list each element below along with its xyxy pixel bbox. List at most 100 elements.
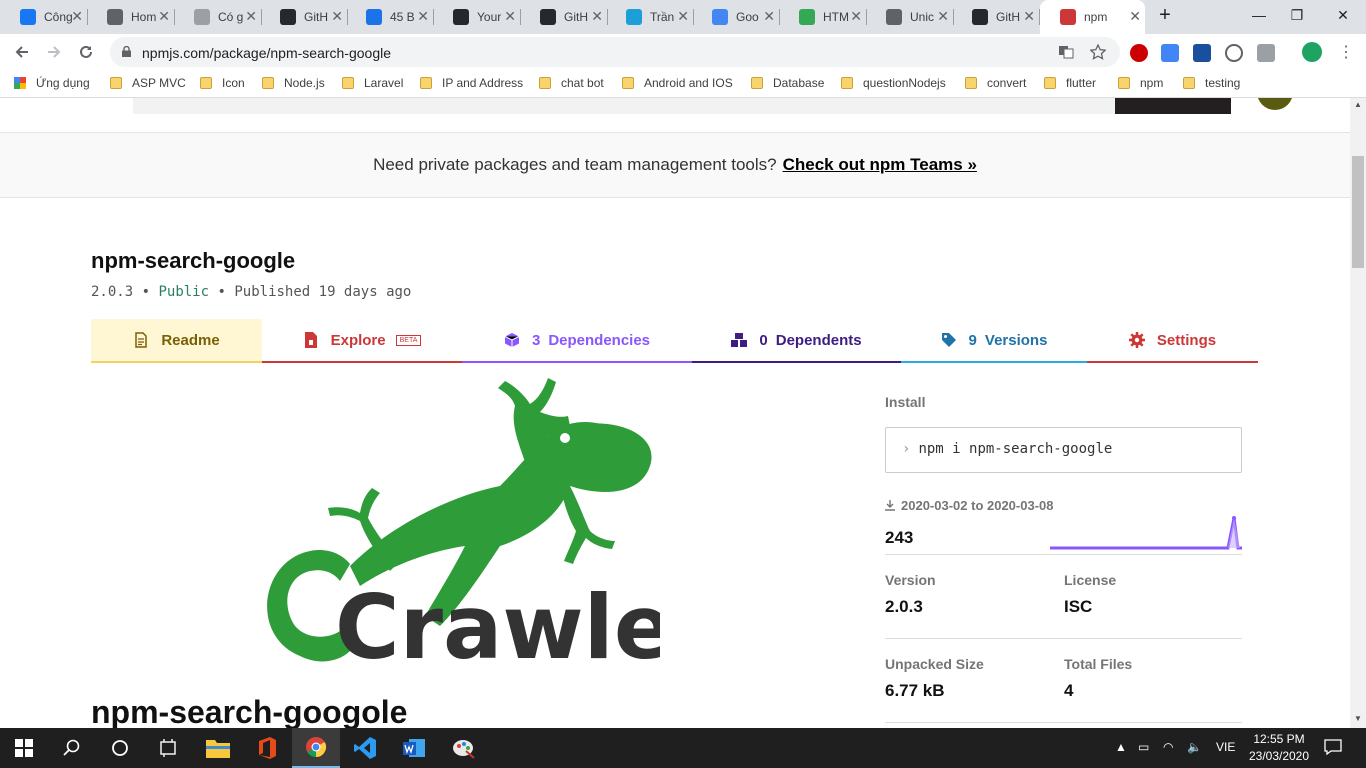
tab-close-icon[interactable]: ✕ <box>677 8 689 25</box>
bookmark-folder[interactable]: Laravel <box>342 76 403 92</box>
file-explorer-button[interactable] <box>194 728 242 768</box>
file-icon <box>304 332 317 348</box>
tab-dependencies[interactable]: 3 Dependencies <box>462 319 692 363</box>
new-tab-button[interactable]: + <box>1142 0 1188 30</box>
camera-icon[interactable] <box>1257 44 1275 62</box>
version-label: Version <box>885 572 936 588</box>
scroll-down-icon[interactable]: ▼ <box>1353 714 1363 724</box>
browser-tab[interactable]: npm ✕ <box>1040 0 1145 34</box>
bookmark-folder[interactable]: IP and Address <box>420 76 523 92</box>
tab-close-icon[interactable]: ✕ <box>331 8 343 25</box>
tab-close-icon[interactable]: ✕ <box>158 8 170 25</box>
npm-search-input[interactable] <box>133 98 1115 114</box>
bookmark-folder[interactable]: Database <box>751 76 824 92</box>
scroll-up-icon[interactable]: ▲ <box>1353 100 1363 110</box>
tab-close-icon[interactable]: ✕ <box>1023 8 1035 25</box>
bookmark-folder[interactable]: Icon <box>200 76 245 92</box>
banner-link[interactable]: Check out npm Teams » <box>783 155 977 174</box>
paint-button[interactable] <box>440 728 488 768</box>
tab-versions[interactable]: 9 Versions <box>901 319 1087 363</box>
folder-icon <box>420 77 432 89</box>
tab-title: GitH <box>304 10 328 24</box>
chrome-button[interactable] <box>292 728 340 768</box>
volume-icon[interactable]: 🔈 <box>1187 740 1202 754</box>
bookmark-folder[interactable]: Node.js <box>262 76 325 92</box>
tab-close-icon[interactable]: ✕ <box>763 8 775 25</box>
extension-j-icon[interactable] <box>1193 44 1211 62</box>
task-view-button[interactable] <box>144 728 192 768</box>
user-avatar[interactable] <box>1257 98 1293 110</box>
bookmark-label: ASP MVC <box>132 76 186 90</box>
bookmark-folder[interactable]: testing <box>1183 76 1240 92</box>
browser-tab[interactable]: HTM ✕ <box>779 0 867 34</box>
tab-settings[interactable]: Settings <box>1087 319 1258 363</box>
tab-readme[interactable]: Readme <box>91 319 262 363</box>
extension-swirl-icon[interactable] <box>1225 44 1243 62</box>
bookmark-folder[interactable]: chat bot <box>539 76 604 92</box>
npm-search-button[interactable] <box>1115 98 1231 114</box>
browser-tab[interactable]: Công ✕ <box>0 0 88 34</box>
scrollbar-thumb[interactable] <box>1352 156 1364 268</box>
bookmark-folder[interactable]: convert <box>965 76 1026 92</box>
browser-tab[interactable]: GitH ✕ <box>260 0 348 34</box>
tab-favicon-icon <box>194 9 210 25</box>
tab-close-icon[interactable]: ✕ <box>1129 8 1141 25</box>
adblock-icon[interactable] <box>1130 44 1148 62</box>
forward-icon[interactable] <box>42 40 66 64</box>
package-meta: 2.0.3 • Public • Published 19 days ago <box>91 284 411 300</box>
address-bar[interactable]: npmjs.com/package/npm-search-google <box>110 37 1120 67</box>
browser-tab[interactable]: Your ✕ <box>433 0 521 34</box>
bookmark-folder[interactable]: ASP MVC <box>110 76 186 92</box>
language-indicator[interactable]: VIE <box>1216 740 1235 754</box>
back-icon[interactable] <box>10 40 34 64</box>
tab-close-icon[interactable]: ✕ <box>504 8 516 25</box>
browser-tab[interactable]: Có g ✕ <box>174 0 262 34</box>
browser-tab[interactable]: Goo ✕ <box>692 0 780 34</box>
bookmark-label: Database <box>773 76 825 90</box>
office-button[interactable] <box>243 728 291 768</box>
license-field: License ISC <box>1064 572 1234 617</box>
bookmark-folder[interactable]: npm <box>1118 76 1163 92</box>
tab-favicon-icon <box>626 9 642 25</box>
profile-avatar-icon[interactable] <box>1302 42 1322 62</box>
reload-icon[interactable] <box>74 40 98 64</box>
cortana-button[interactable] <box>96 728 144 768</box>
show-hidden-icons[interactable]: ▲ <box>1115 740 1127 754</box>
bookmark-folder[interactable]: questionNodejs <box>841 76 946 92</box>
tab-close-icon[interactable]: ✕ <box>937 8 949 25</box>
browser-tab[interactable]: Hom ✕ <box>87 0 175 34</box>
star-icon[interactable] <box>1090 44 1106 60</box>
search-button[interactable] <box>48 728 96 768</box>
browser-tab[interactable]: 45 B ✕ <box>346 0 434 34</box>
tab-close-icon[interactable]: ✕ <box>850 8 862 25</box>
folder-icon <box>539 77 551 89</box>
menu-kebab-icon[interactable]: ⋮ <box>1334 40 1358 64</box>
translate-icon[interactable] <box>1058 44 1074 60</box>
battery-icon[interactable]: ▭ <box>1138 740 1149 754</box>
tab-close-icon[interactable]: ✕ <box>591 8 603 25</box>
start-button[interactable] <box>0 728 48 768</box>
notifications-icon[interactable] <box>1324 738 1342 759</box>
tab-close-icon[interactable]: ✕ <box>245 8 257 25</box>
browser-tab[interactable]: GitH ✕ <box>520 0 608 34</box>
tab-close-icon[interactable]: ✕ <box>71 8 83 25</box>
wifi-icon[interactable]: ◠ <box>1163 740 1173 754</box>
vscode-button[interactable] <box>341 728 389 768</box>
browser-tab[interactable]: GitH ✕ <box>952 0 1040 34</box>
close-window-button[interactable]: ✕ <box>1320 0 1366 30</box>
word-button[interactable] <box>390 728 438 768</box>
tab-close-icon[interactable]: ✕ <box>417 8 429 25</box>
bookmark-folder[interactable]: flutter <box>1044 76 1096 92</box>
tab-explore[interactable]: Explore BETA <box>262 319 462 363</box>
google-translate-ext-icon[interactable] <box>1161 44 1179 62</box>
banner-text: Need private packages and team managemen… <box>373 155 777 174</box>
browser-tab[interactable]: Trần ✕ <box>606 0 694 34</box>
page-scrollbar[interactable]: ▲ ▼ <box>1350 98 1366 728</box>
bookmark-folder[interactable]: Android and IOS <box>622 76 733 92</box>
install-command-box[interactable]: › npm i npm-search-google <box>885 427 1242 473</box>
bookmark-apps[interactable]: Ứng dụng <box>14 76 90 92</box>
maximize-button[interactable]: ❐ <box>1274 0 1320 30</box>
system-clock[interactable]: 12:55 PM 23/03/2020 <box>1243 731 1315 765</box>
tab-dependents[interactable]: 0 Dependents <box>692 319 901 363</box>
browser-tab[interactable]: Unic ✕ <box>866 0 954 34</box>
